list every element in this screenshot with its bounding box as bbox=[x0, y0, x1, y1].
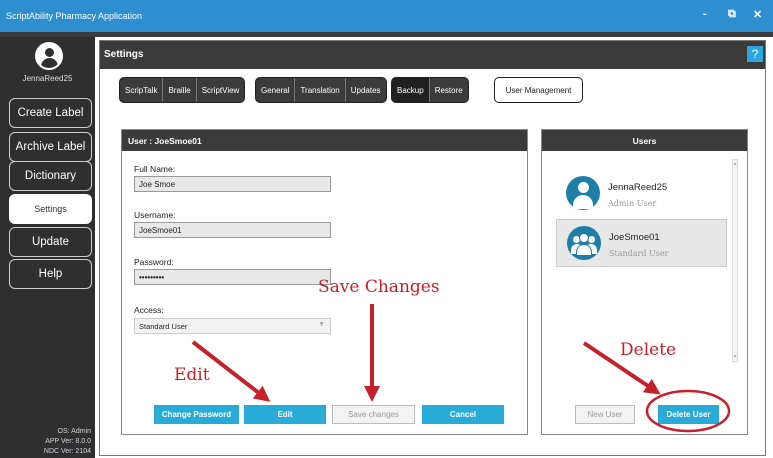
tab-translation[interactable]: Translation bbox=[295, 78, 346, 102]
new-user-button[interactable]: New User bbox=[575, 405, 635, 424]
users-header: Users bbox=[542, 130, 747, 151]
user-name: JennaReed25 bbox=[608, 182, 668, 193]
user-role: Standard User bbox=[609, 249, 669, 258]
annotation-edit: Edit bbox=[174, 365, 210, 385]
access-label: Access: bbox=[134, 305, 164, 315]
tab-updates[interactable]: Updates bbox=[346, 78, 386, 102]
user-avatar-icon bbox=[35, 42, 63, 70]
cancel-button[interactable]: Cancel bbox=[422, 405, 504, 424]
close-icon[interactable]: ✕ bbox=[753, 8, 762, 21]
sidebar-item-update[interactable]: Update bbox=[9, 227, 92, 257]
sidebar-item-create-label[interactable]: Create Label bbox=[9, 98, 92, 128]
username-field[interactable]: JoeSmoe01 bbox=[134, 222, 331, 238]
sidebar-item-settings[interactable]: Settings bbox=[9, 194, 92, 224]
users-panel: Users JennaReed25 Admin User JoeSmoe01 S… bbox=[541, 129, 748, 435]
tab-group-output: ScripTalk Braille ScriptView bbox=[119, 77, 246, 103]
tab-scriptview[interactable]: ScriptView bbox=[197, 78, 245, 102]
user-role: Admin User bbox=[608, 199, 657, 208]
edit-button[interactable]: Edit bbox=[244, 405, 326, 424]
annotation-save-changes: Save Changes bbox=[318, 277, 440, 297]
top-strip bbox=[0, 32, 773, 37]
sidebar-username: JennaReed25 bbox=[22, 74, 73, 83]
settings-header: Settings ? bbox=[100, 41, 765, 69]
user-icon bbox=[566, 176, 600, 210]
scroll-down-icon: ▼ bbox=[732, 354, 738, 360]
tab-group-general: General Translation Updates bbox=[255, 77, 387, 103]
change-password-button[interactable]: Change Password bbox=[154, 405, 239, 424]
help-button[interactable]: ? bbox=[747, 46, 763, 62]
tab-restore[interactable]: Restore bbox=[430, 78, 468, 102]
tab-general[interactable]: General bbox=[256, 78, 296, 102]
tab-backup[interactable]: Backup bbox=[392, 78, 430, 102]
tab-braille[interactable]: Braille bbox=[163, 78, 197, 102]
minimize-icon[interactable]: - bbox=[703, 8, 707, 20]
access-select-value: Standard User bbox=[139, 322, 188, 331]
chevron-down-icon: ▼ bbox=[318, 321, 325, 328]
tab-scriptalk[interactable]: ScripTalk bbox=[120, 78, 164, 102]
access-select[interactable]: Standard User ▼ bbox=[134, 318, 331, 334]
scroll-up-icon: ▲ bbox=[732, 161, 738, 167]
delete-user-button[interactable]: Delete User bbox=[658, 405, 719, 424]
user-management-button[interactable]: User Management bbox=[494, 77, 583, 103]
window-title: ScriptAbility Pharmacy Application bbox=[6, 11, 143, 21]
list-item[interactable]: JoeSmoe01 Standard User bbox=[556, 219, 727, 267]
settings-panel: Settings ? ScripTalk Braille ScriptView … bbox=[99, 40, 766, 456]
sidebar-item-dictionary[interactable]: Dictionary bbox=[9, 161, 92, 191]
page-title: Settings bbox=[104, 49, 144, 60]
full-name-field[interactable]: Joe Smoe bbox=[134, 176, 331, 192]
app-version: APP Ver: 8.0.0 bbox=[45, 438, 91, 445]
ndc-version: NDC Ver: 2104 bbox=[43, 448, 91, 455]
group-users-icon bbox=[567, 226, 601, 260]
user-name: JoeSmoe01 bbox=[609, 232, 660, 243]
sidebar-item-help[interactable]: Help bbox=[9, 259, 92, 289]
restore-icon[interactable]: ⧉ bbox=[728, 8, 736, 21]
list-item[interactable]: JennaReed25 Admin User bbox=[556, 170, 727, 218]
os-version: OS: Admin bbox=[57, 428, 91, 435]
sidebar-item-archive-label[interactable]: Archive Label bbox=[9, 132, 92, 162]
sidebar: JennaReed25 Create Label Archive Label D… bbox=[0, 37, 95, 458]
password-field[interactable]: ••••••••• bbox=[134, 269, 331, 285]
annotation-delete: Delete bbox=[620, 340, 677, 360]
password-label: Password: bbox=[134, 257, 174, 267]
tab-group-backup: Backup Restore bbox=[391, 77, 469, 103]
save-changes-button[interactable]: Save changes bbox=[332, 405, 415, 424]
full-name-label: Full Name: bbox=[134, 164, 176, 174]
title-bar: ScriptAbility Pharmacy Application - ⧉ ✕ bbox=[0, 0, 773, 32]
username-label: Username: bbox=[134, 210, 176, 220]
user-form-header: User : JoeSmoe01 bbox=[122, 130, 527, 151]
users-scrollbar[interactable]: ▲ ▼ bbox=[732, 159, 738, 362]
